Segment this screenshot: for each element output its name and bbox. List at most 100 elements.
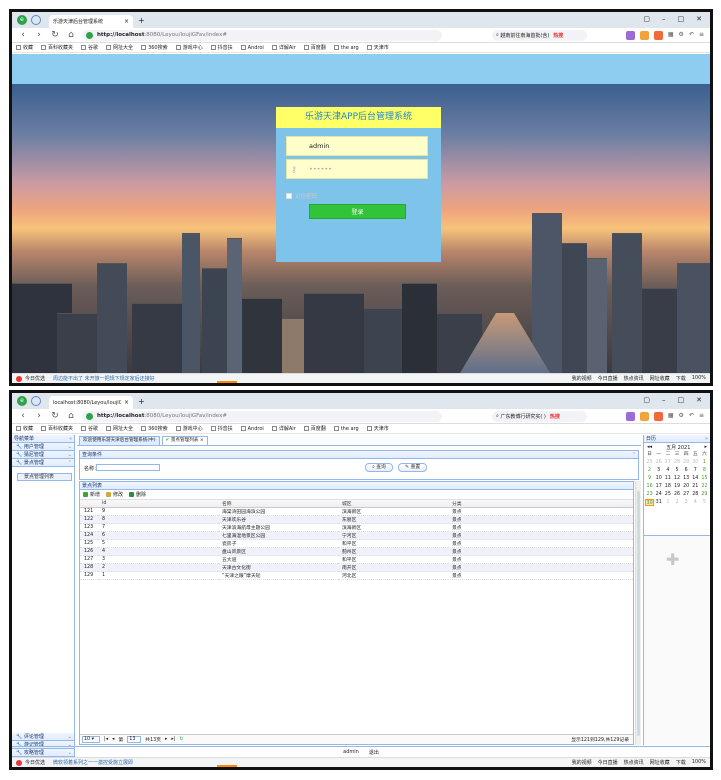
calendar-day[interactable]: 25	[645, 459, 654, 466]
collapse-icon[interactable]: ⌃	[632, 451, 636, 459]
calendar-day[interactable]: 18	[663, 483, 672, 490]
calendar-day[interactable]: 28	[691, 491, 700, 498]
undo-icon[interactable]: ↶	[689, 412, 694, 421]
refresh-icon[interactable]: ↻	[179, 737, 183, 742]
url-input[interactable]: http://localhost :8080/Leyou/loujiGFav/i…	[82, 410, 442, 422]
minimize-icon[interactable]: –	[662, 396, 666, 404]
calendar-day[interactable]: 20	[682, 483, 691, 490]
calendar-day[interactable]: 14	[691, 475, 700, 482]
bookmark-item[interactable]: 谷歌	[81, 44, 98, 51]
calendar-day[interactable]: 22	[700, 483, 709, 490]
table-row[interactable]: 129 1 “天津之眼”摩天轮 河北区 景点	[80, 571, 633, 580]
bookmark-item[interactable]: the arg	[333, 44, 359, 51]
page-number-input[interactable]: 13	[127, 736, 142, 743]
restore-icon[interactable]: ▢	[643, 396, 650, 404]
back-icon[interactable]: ‹	[18, 411, 28, 421]
remember-checkbox[interactable]	[286, 193, 292, 199]
extension-icon[interactable]	[625, 30, 635, 40]
accordion-comments[interactable]: 🔧 评论管理 ⌄	[12, 733, 74, 741]
bookmark-item[interactable]: 网址大全	[106, 425, 133, 432]
status-live[interactable]: 今日直播	[598, 375, 618, 382]
last-page-icon[interactable]: ▸|	[171, 737, 175, 742]
bookmark-item[interactable]: 详解Air	[271, 425, 296, 432]
calendar-day[interactable]: 5	[672, 467, 681, 474]
calendar-day[interactable]: 3	[654, 467, 663, 474]
calendar-day[interactable]: 6	[682, 467, 691, 474]
game-ext-icon[interactable]	[653, 411, 663, 421]
calendar-day[interactable]: 7	[691, 467, 700, 474]
status-zoom[interactable]: 100%	[692, 759, 706, 766]
status-video[interactable]: 我的视频	[572, 375, 592, 382]
column-header-district[interactable]: 城区	[338, 500, 448, 508]
delete-button[interactable]: 删除	[129, 491, 146, 498]
calendar-day[interactable]: 1	[700, 459, 709, 466]
game-ext-icon[interactable]	[653, 30, 663, 40]
browser-tab[interactable]: localhost:8080/Leyou/loujiGF/... ×	[49, 396, 133, 409]
bookmark-item[interactable]: 百度翻	[303, 44, 326, 51]
grid-icon[interactable]: ▦	[668, 412, 674, 421]
bookmark-item[interactable]: 360搜索	[141, 44, 168, 51]
status-hot[interactable]: 热点资讯	[624, 375, 644, 382]
prev-page-icon[interactable]: ◂	[112, 737, 114, 742]
status-news[interactable]: 周边能不出了 未开旅一把规下规定家后还接好	[53, 375, 155, 382]
calendar-day[interactable]: 26	[672, 491, 681, 498]
menu-item-scenic-list[interactable]: 景点管理列表	[17, 473, 72, 481]
accordion-cainiao[interactable]: 🔧 猜尼管理 ⌄	[12, 451, 74, 459]
expand-icon[interactable]: ⌄	[68, 451, 72, 459]
page-size-select[interactable]: 10 ▾	[82, 736, 100, 743]
gear-icon[interactable]: ⚙	[679, 31, 684, 40]
calendar-day[interactable]: 17	[654, 483, 663, 490]
next-month-icon[interactable]: ▸	[704, 444, 707, 450]
bookmark-item[interactable]: 抖音扶	[210, 44, 233, 51]
table-row[interactable]: 123 7 天津滨海航母主题公园 滨海新区 景点	[80, 523, 633, 532]
forward-icon[interactable]: ›	[34, 411, 44, 421]
calendar-day[interactable]: 23	[645, 491, 654, 498]
tab-scenic-list[interactable]: ✔ 景点管理列表 ×	[161, 436, 208, 445]
password-field[interactable]: ⚷ ••••••	[286, 159, 428, 179]
column-header-id[interactable]: id	[98, 500, 218, 508]
bookmark-item[interactable]: 百度翻	[303, 425, 326, 432]
calendar-day[interactable]: 13	[682, 475, 691, 482]
calendar-day[interactable]: 15	[700, 475, 709, 482]
close-window-icon[interactable]: ✕	[696, 15, 702, 23]
query-button[interactable]: ⌕ 查询	[365, 463, 393, 472]
menu-icon[interactable]: ≡	[699, 31, 704, 40]
back-history-icon[interactable]	[31, 15, 41, 25]
next-page-icon[interactable]: ▸	[165, 737, 167, 742]
home-icon[interactable]: ⌂	[66, 411, 76, 421]
name-search-input[interactable]	[96, 464, 160, 471]
restore-icon[interactable]: ▢	[643, 15, 650, 23]
calendar-day[interactable]: 8	[700, 467, 709, 474]
username-field[interactable]: admin	[286, 136, 428, 156]
status-download[interactable]: 下载	[676, 375, 686, 382]
bookmark-item[interactable]: 抖音扶	[210, 425, 233, 432]
calendar-day[interactable]: 4	[691, 499, 700, 506]
table-row[interactable]: 121 9 海棠湾田园海滨公园 滨海新区 景点	[80, 507, 633, 516]
bookmark-item[interactable]: Androi	[240, 44, 264, 51]
calendar-day[interactable]: 4	[663, 467, 672, 474]
status-video[interactable]: 我的视频	[572, 759, 592, 766]
undo-icon[interactable]: ↶	[689, 31, 694, 40]
accordion-scenic[interactable]: 🔧 景点管理 ⌃	[12, 459, 74, 467]
home-icon[interactable]: ⌂	[66, 30, 76, 40]
bookmark-item[interactable]: Androi	[240, 425, 264, 432]
bookmark-item[interactable]: 天津市	[366, 44, 389, 51]
calendar-day[interactable]: 29	[682, 459, 691, 466]
first-page-icon[interactable]: |◂	[104, 737, 108, 742]
table-row[interactable]: 122 8 天津欢乐谷 东丽区 景点	[80, 515, 633, 524]
column-header-category[interactable]: 分类	[448, 500, 633, 508]
maximize-icon[interactable]: □	[678, 15, 685, 23]
bookmark-item[interactable]: 百科收藏夹	[41, 44, 73, 51]
status-live[interactable]: 今日直播	[598, 759, 618, 766]
accordion-user[interactable]: 🔧 用户管理 ⌄	[12, 443, 74, 451]
table-row[interactable]: 126 4 盘山风景区 蓟州区 景点	[80, 547, 633, 556]
bookmark-item[interactable]: 360搜索	[141, 425, 168, 432]
menu-icon[interactable]: ≡	[699, 412, 704, 421]
table-row[interactable]: 124 6 七里海湿地景区公园 宁河区 景点	[80, 531, 633, 540]
search-box[interactable]: ⌕ 越南前往南海首批(含) 热搜	[492, 29, 587, 41]
calendar-day[interactable]: 29	[700, 491, 709, 498]
calendar-day[interactable]: 30	[691, 459, 700, 466]
table-row[interactable]: 128 2 天津古文化街 南开区 景点	[80, 563, 633, 572]
collapse-section-icon[interactable]: ⌃	[68, 459, 72, 467]
calendar-day[interactable]: 11	[663, 475, 672, 482]
